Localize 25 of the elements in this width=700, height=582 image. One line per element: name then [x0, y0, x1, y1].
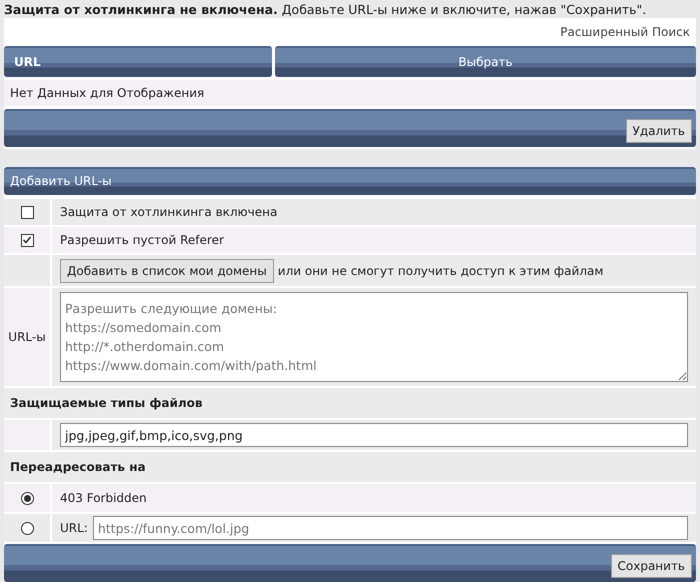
- column-header[interactable]: URL: [4, 46, 272, 77]
- hint-text: или они не смогут получить доступ к этим файлам: [278, 264, 604, 278]
- radio-button[interactable]: [20, 492, 34, 504]
- delete-button[interactable]: Удалить: [626, 119, 692, 143]
- checkbox[interactable]: [20, 206, 34, 218]
- section-heading: Защищаемые типы файлов: [4, 388, 696, 418]
- field-label: URL:: [60, 521, 88, 535]
- notice-text: Защита от хотлинкинга не включена. Добавьте URL-ы ниже и включите, нажав "Сохранить".: [4, 2, 648, 18]
- section-heading: Переадресовать на: [4, 452, 696, 482]
- file-types-field[interactable]: jpg,jpeg,gif,bmp,ico,svg,png: [60, 423, 688, 447]
- empty-message: Нет Данных для Отображения: [4, 80, 696, 106]
- field-label: URL-ы: [8, 330, 46, 344]
- option-label: Защита от хотлинкинга включена: [60, 205, 278, 219]
- option-label: 403 Forbidden: [60, 491, 147, 505]
- add-domains-button[interactable]: Добавить в список мои домены: [60, 258, 274, 282]
- section-header: Добавить URL-ы: [4, 167, 696, 195]
- save-button[interactable]: Сохранить: [610, 554, 692, 578]
- checkmark-icon: [22, 235, 32, 245]
- option-label: Разрешить пустой Referer: [60, 233, 224, 247]
- column-header[interactable]: Выбрать: [275, 46, 696, 77]
- checkbox[interactable]: [20, 234, 34, 246]
- url-field[interactable]: https://funny.com/lol.jpg: [92, 516, 688, 540]
- advanced-search-link[interactable]: Расширенный Поиск: [560, 18, 696, 46]
- radio-button[interactable]: [20, 522, 34, 534]
- urls-textarea[interactable]: Разрешить следующие домены: https://somedomain.com http://*.otherdomain.com https://www.domain.com/with/path.html: [60, 292, 688, 382]
